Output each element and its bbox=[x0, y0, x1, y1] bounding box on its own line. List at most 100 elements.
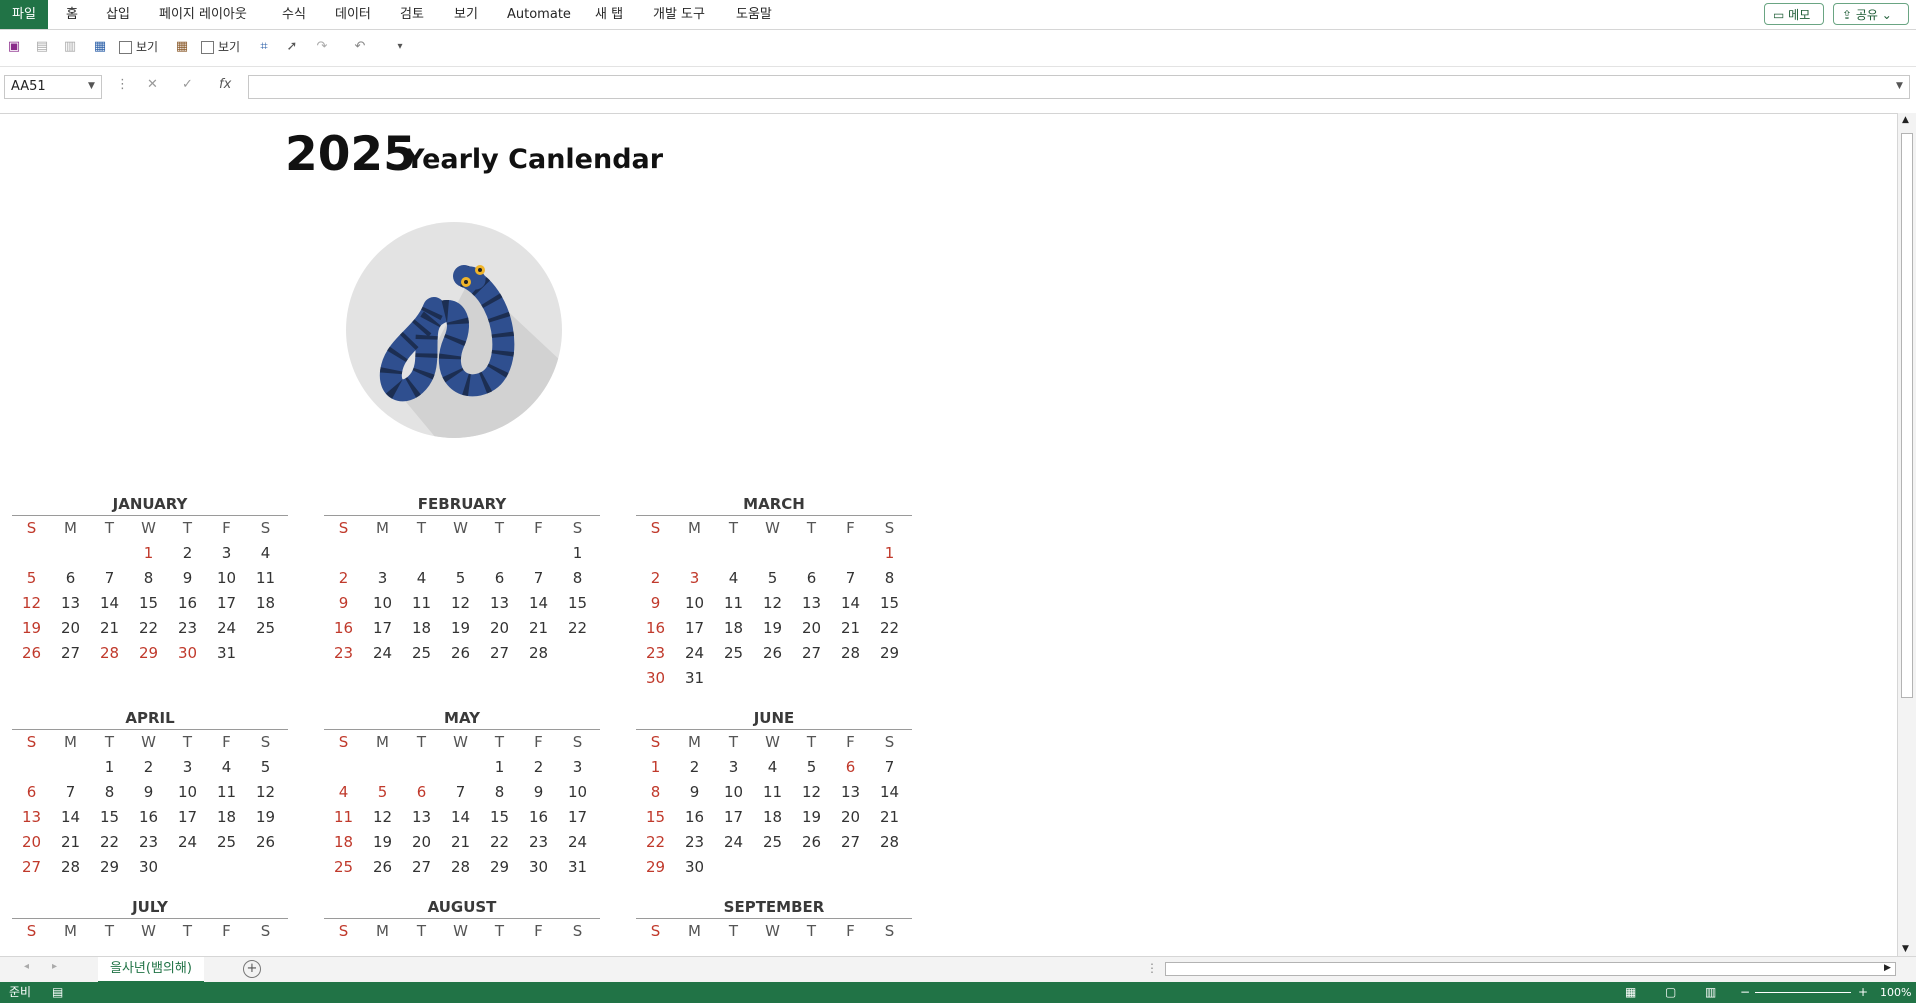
weekday-header: M bbox=[64, 733, 77, 751]
day-cell: 29 bbox=[645, 858, 666, 876]
empty-day-cell bbox=[441, 755, 480, 780]
scroll-down-icon[interactable]: ▼ bbox=[1902, 944, 1909, 954]
tab-file[interactable]: 파일 bbox=[0, 0, 48, 29]
tab-help[interactable]: 도움말 bbox=[736, 0, 772, 29]
day-cell: 25 bbox=[762, 833, 783, 851]
day-cell: 27 bbox=[60, 644, 81, 662]
day-cell: 24 bbox=[567, 833, 588, 851]
add-sheet-icon[interactable]: + bbox=[243, 960, 261, 978]
select-cursor-icon[interactable]: ➚ bbox=[284, 39, 300, 55]
day-cell: 15 bbox=[138, 594, 159, 612]
insert-function-icon[interactable]: fx bbox=[219, 77, 231, 92]
enter-icon[interactable]: ✓ bbox=[182, 77, 193, 92]
expand-formula-icon[interactable]: ▼ bbox=[1896, 81, 1903, 91]
tab-new-tab[interactable]: 새 탭 bbox=[595, 0, 623, 29]
save-icon[interactable]: ▣ bbox=[6, 39, 22, 55]
month-name: JULY bbox=[132, 898, 168, 916]
day-cell: 20 bbox=[840, 808, 861, 826]
horizontal-scrollbar[interactable] bbox=[1165, 962, 1896, 976]
day-cell: 9 bbox=[689, 783, 700, 801]
day-cell: 23 bbox=[645, 644, 666, 662]
clipboard-icon[interactable]: ▥ bbox=[62, 39, 78, 55]
day-cell: 25 bbox=[411, 644, 432, 662]
weekday-header: S bbox=[26, 519, 37, 537]
vertical-scroll-thumb[interactable] bbox=[1901, 133, 1913, 698]
tab-formulas[interactable]: 수식 bbox=[282, 0, 306, 29]
undo-icon[interactable]: ↶ bbox=[352, 39, 368, 55]
weekday-header: W bbox=[765, 519, 780, 537]
tab-page-layout[interactable]: 페이지 레이아웃 bbox=[159, 0, 247, 29]
worksheet-grid[interactable]: 2025 Yearly Canlendar JANUARY S M T W T F S 1 2 3 4… bbox=[0, 113, 1897, 957]
formula-input[interactable] bbox=[248, 75, 1910, 99]
sheet-tab-active[interactable]: 을사년(뱀의해) bbox=[98, 957, 204, 983]
day-cell: 3 bbox=[377, 569, 388, 587]
month-name: FEBRUARY bbox=[417, 495, 507, 513]
layout-icon[interactable]: ▦ bbox=[92, 39, 108, 55]
day-cell: 7 bbox=[533, 569, 544, 587]
status-ready: 준비 bbox=[9, 985, 32, 999]
tab-splitter-icon[interactable]: ⋮ bbox=[1146, 961, 1158, 975]
memo-button[interactable]: ▭ 메모 bbox=[1764, 3, 1824, 25]
day-cell: 8 bbox=[143, 569, 154, 587]
day-cell: 4 bbox=[416, 569, 427, 587]
redo-icon[interactable]: ↷ bbox=[314, 39, 330, 55]
day-cell: 2 bbox=[143, 758, 154, 776]
day-cell: 1 bbox=[884, 544, 895, 562]
tab-home[interactable]: 홈 bbox=[66, 0, 78, 29]
zoom-in-icon[interactable]: + bbox=[1858, 982, 1868, 1003]
cancel-icon[interactable]: ✕ bbox=[147, 77, 158, 92]
scroll-right-icon[interactable]: ▶ bbox=[1884, 963, 1891, 973]
day-cell: 18 bbox=[723, 619, 744, 637]
page-layout-view-icon[interactable]: ▢ bbox=[1665, 982, 1676, 1003]
tab-review[interactable]: 검토 bbox=[400, 0, 424, 29]
crop-icon[interactable]: ⌗ bbox=[256, 39, 272, 55]
tab-view[interactable]: 보기 bbox=[454, 0, 478, 29]
customize-toolbar-icon[interactable]: ▾ bbox=[392, 39, 408, 55]
zoom-level[interactable]: 100% bbox=[1880, 982, 1911, 1003]
day-cell: 3 bbox=[572, 758, 583, 776]
macro-record-icon[interactable]: ▤ bbox=[52, 982, 63, 1003]
day-cell: 10 bbox=[723, 783, 744, 801]
next-sheet-icon[interactable]: ▸ bbox=[52, 961, 57, 972]
weekday-header: T bbox=[104, 733, 115, 751]
view-checkbox-2[interactable] bbox=[201, 41, 214, 54]
zoom-slider[interactable] bbox=[1755, 992, 1851, 993]
day-cell: 27 bbox=[840, 833, 861, 851]
month-name: MAY bbox=[444, 709, 480, 727]
zoom-out-icon[interactable]: − bbox=[1740, 982, 1750, 1003]
day-cell: 23 bbox=[138, 833, 159, 851]
view-checkbox-1[interactable] bbox=[119, 41, 132, 54]
tab-insert[interactable]: 삽입 bbox=[106, 0, 130, 29]
day-cell: 15 bbox=[567, 594, 588, 612]
empty-day-cell bbox=[441, 541, 480, 566]
day-cell: 10 bbox=[567, 783, 588, 801]
quick-access-toolbar: ▣ ▤ ▥ ▦ 보기 ▦ 보기 ⌗ ➚ ↷ ↶ ▾ bbox=[0, 30, 1916, 67]
month-name: APRIL bbox=[125, 709, 175, 727]
day-cell: 29 bbox=[138, 644, 159, 662]
memo-label: 메모 bbox=[1788, 8, 1811, 22]
day-cell: 16 bbox=[333, 619, 354, 637]
page-break-view-icon[interactable]: ▥ bbox=[1705, 982, 1716, 1003]
share-button[interactable]: ⇪ 공유 ⌄ bbox=[1833, 3, 1909, 25]
prev-sheet-icon[interactable]: ◂ bbox=[24, 961, 29, 972]
month-day-grid: SMTWTFS bbox=[636, 919, 912, 944]
snake-logo-image[interactable] bbox=[346, 222, 562, 438]
scroll-up-icon[interactable]: ▲ bbox=[1902, 115, 1909, 125]
day-cell: 12 bbox=[21, 594, 42, 612]
name-box-dropdown-icon[interactable]: ▼ bbox=[88, 81, 95, 91]
day-cell: 21 bbox=[450, 833, 471, 851]
day-cell: 6 bbox=[806, 569, 817, 587]
tab-developer[interactable]: 개발 도구 bbox=[653, 0, 705, 29]
normal-view-icon[interactable]: ▦ bbox=[1625, 982, 1636, 1003]
tab-data[interactable]: 데이터 bbox=[335, 0, 371, 29]
weekday-header: F bbox=[534, 733, 543, 751]
empty-day-cell bbox=[714, 541, 753, 566]
vertical-scrollbar[interactable]: ▲ ▼ bbox=[1897, 113, 1916, 956]
day-cell: 24 bbox=[216, 619, 237, 637]
paste-icon[interactable]: ▤ bbox=[34, 39, 50, 55]
tab-automate[interactable]: Automate bbox=[507, 0, 571, 29]
day-cell: 17 bbox=[177, 808, 198, 826]
day-cell: 16 bbox=[138, 808, 159, 826]
month-day-grid: S M T W T F S 1 2 3 4 5 6 7 8 9 10 11 12 13 14 15 16 17 18 19 20 21… bbox=[636, 516, 912, 691]
table-icon[interactable]: ▦ bbox=[174, 39, 190, 55]
